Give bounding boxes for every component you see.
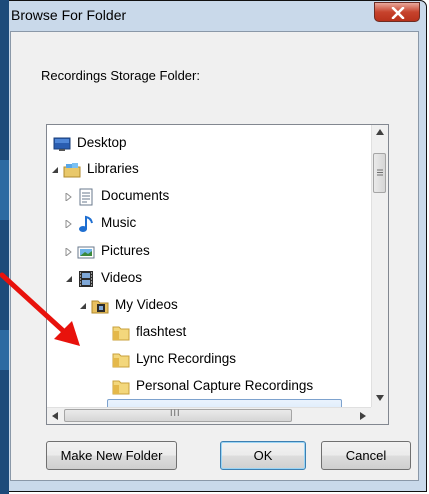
folder-icon [112, 380, 130, 395]
tree-item-label: Music [101, 215, 137, 230]
horizontal-scroll-thumb[interactable]: III [64, 408, 292, 422]
tree-item-label: Videos [101, 270, 143, 285]
tree-item-label: Pictures [101, 243, 150, 258]
scroll-down-icon[interactable] [376, 395, 384, 401]
tree-item-label: Personal Capture Recordings [136, 378, 314, 393]
collapsed-arrow-icon[interactable] [65, 193, 73, 201]
tree-item-label: Documents [101, 188, 170, 203]
folder-tree[interactable]: Desktop Libraries Documents Music Pictur… [46, 124, 389, 425]
folder-icon [112, 353, 130, 368]
close-button[interactable] [374, 2, 420, 22]
scroll-up-icon[interactable] [376, 129, 384, 135]
tree-item-label: Desktop [77, 135, 127, 150]
music-icon [79, 215, 93, 232]
vertical-scroll-thumb[interactable] [373, 153, 386, 193]
tree-item-label: My Videos [115, 297, 178, 312]
grip-label: III [170, 408, 181, 418]
desktop-icon [53, 137, 71, 151]
my-videos-icon [91, 300, 109, 314]
expanded-arrow-icon[interactable] [51, 166, 59, 174]
documents-icon [79, 188, 93, 206]
close-icon [391, 7, 405, 19]
dialog-title: Browse For Folder [11, 7, 127, 23]
horizontal-scrollbar[interactable]: III [47, 407, 373, 424]
cancel-button[interactable]: Cancel [321, 441, 411, 470]
tree-item-label: flashtest [136, 324, 187, 339]
title-bar[interactable]: Browse For Folder [3, 1, 426, 31]
prompt-label: Recordings Storage Folder: [41, 68, 200, 83]
make-new-folder-button[interactable]: Make New Folder [46, 441, 177, 470]
vertical-scrollbar[interactable] [371, 125, 388, 407]
annotation-arrow-icon [0, 272, 80, 346]
scroll-corner [371, 407, 388, 424]
tree-item-label: Lync Recordings [136, 351, 237, 366]
scroll-left-icon[interactable] [52, 412, 58, 420]
folder-icon [112, 326, 130, 341]
libraries-icon [63, 163, 81, 178]
ok-button[interactable]: OK [220, 441, 306, 470]
scroll-right-icon[interactable] [360, 412, 366, 420]
grip-icon [377, 169, 383, 176]
collapsed-arrow-icon[interactable] [65, 220, 73, 228]
tree-item-label: Libraries [87, 161, 139, 176]
